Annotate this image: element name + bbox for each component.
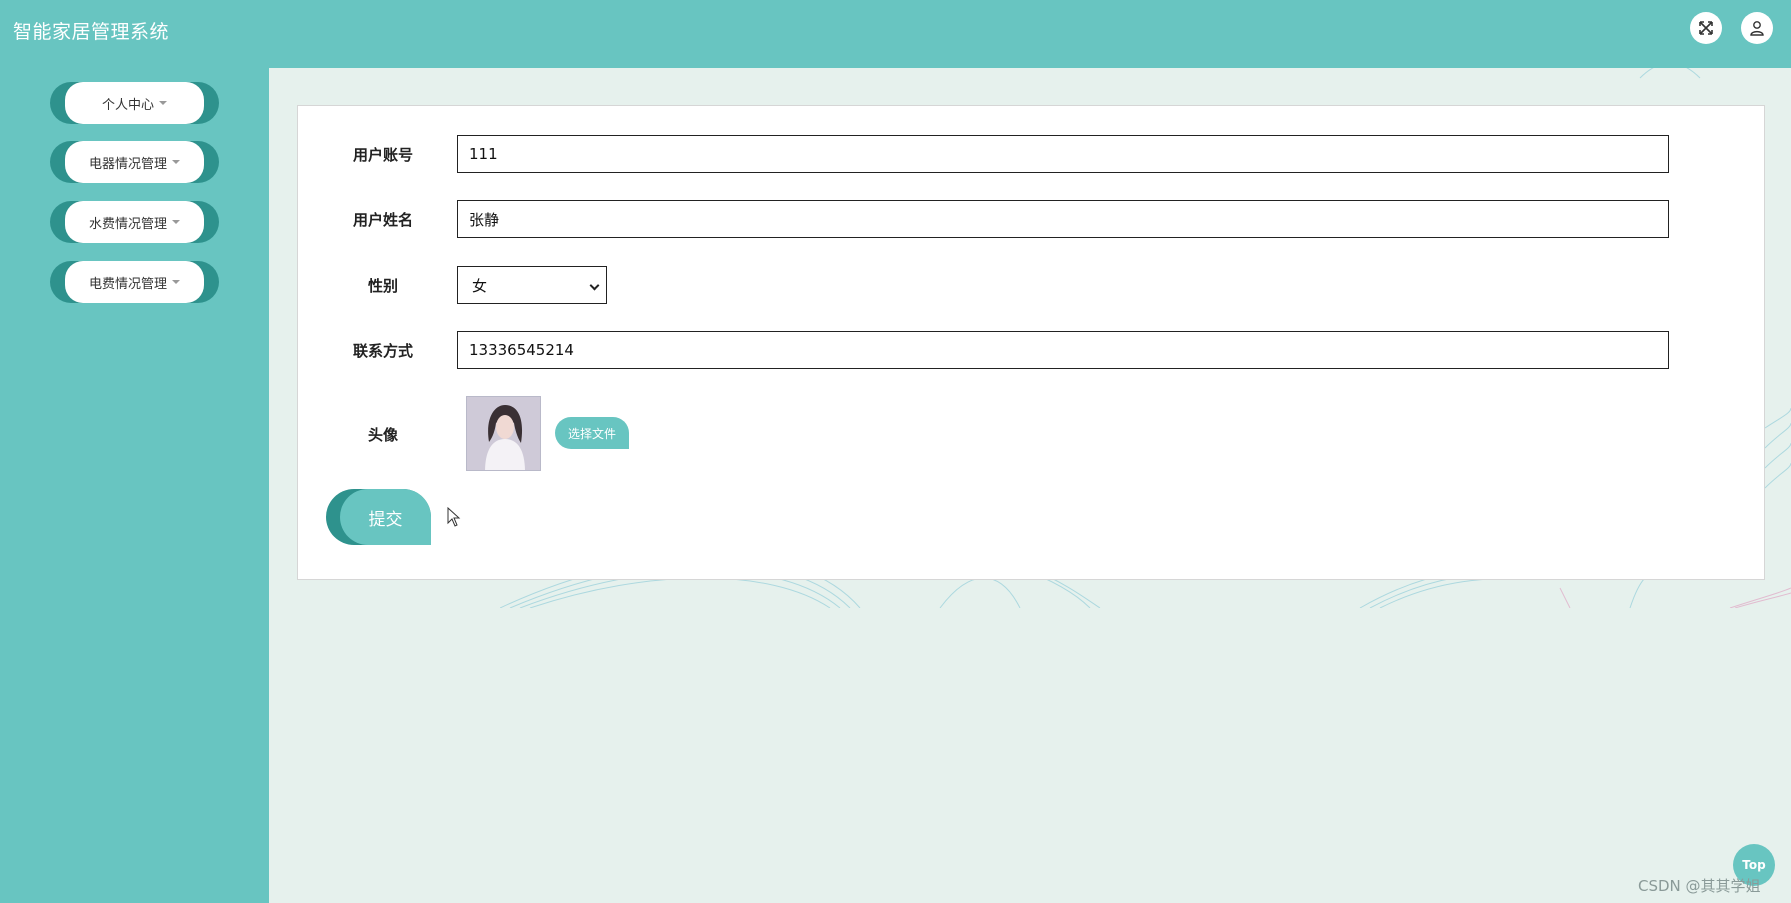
user-profile-button[interactable] [1741,12,1773,44]
user-icon [1750,21,1764,36]
avatar-portrait-image [467,397,540,470]
sidebar-item-label: 电费情况管理 [88,276,167,292]
phone-input[interactable] [457,331,1669,369]
watermark-text: CSDN @其其学姐 [1638,877,1761,895]
sidebar-item-label: 个人中心 [101,97,154,113]
sidebar-item-water-fee-management[interactable]: 水费情况管理 [50,201,219,243]
account-label: 用户账号 [352,146,413,164]
phone-label: 联系方式 [352,342,413,360]
sidebar-item-label: 水费情况管理 [88,216,167,232]
app-title: 智能家居管理系统 [13,21,170,43]
sidebar-item-personal-center[interactable]: 个人中心 [50,82,219,124]
caret-down-icon [159,101,167,105]
avatar-label: 头像 [367,426,398,444]
name-label: 用户姓名 [352,211,413,229]
header-edge-decoration [1776,60,1791,68]
caret-down-icon [172,280,180,284]
avatar [466,396,541,471]
gender-selected-value: 女 [472,276,488,295]
caret-down-icon [172,220,180,224]
sidebar: 个人中心 电器情况管理 水费情况管理 电费情况管理 [0,68,269,903]
submit-button[interactable]: 提交 [326,489,431,545]
profile-form-panel: 用户账号 用户姓名 性别 女 联系方式 头像 选择文件 提交 [297,105,1765,580]
expand-arrows-icon [1699,21,1713,35]
top-header: 智能家居管理系统 [0,0,1791,68]
gender-select[interactable]: 女 [457,266,607,304]
sidebar-item-label: 电器情况管理 [88,156,167,172]
submit-button-label: 提交 [340,489,431,545]
sidebar-item-appliance-management[interactable]: 电器情况管理 [50,141,219,183]
gender-label: 性别 [367,277,398,295]
fullscreen-button[interactable] [1690,12,1722,44]
choose-file-button[interactable]: 选择文件 [555,417,629,449]
account-input[interactable] [457,135,1669,173]
caret-down-icon [172,160,180,164]
sidebar-item-electricity-fee-management[interactable]: 电费情况管理 [50,261,219,303]
mouse-cursor-icon [447,507,461,527]
name-input[interactable] [457,200,1669,238]
chevron-down-icon [589,280,600,291]
